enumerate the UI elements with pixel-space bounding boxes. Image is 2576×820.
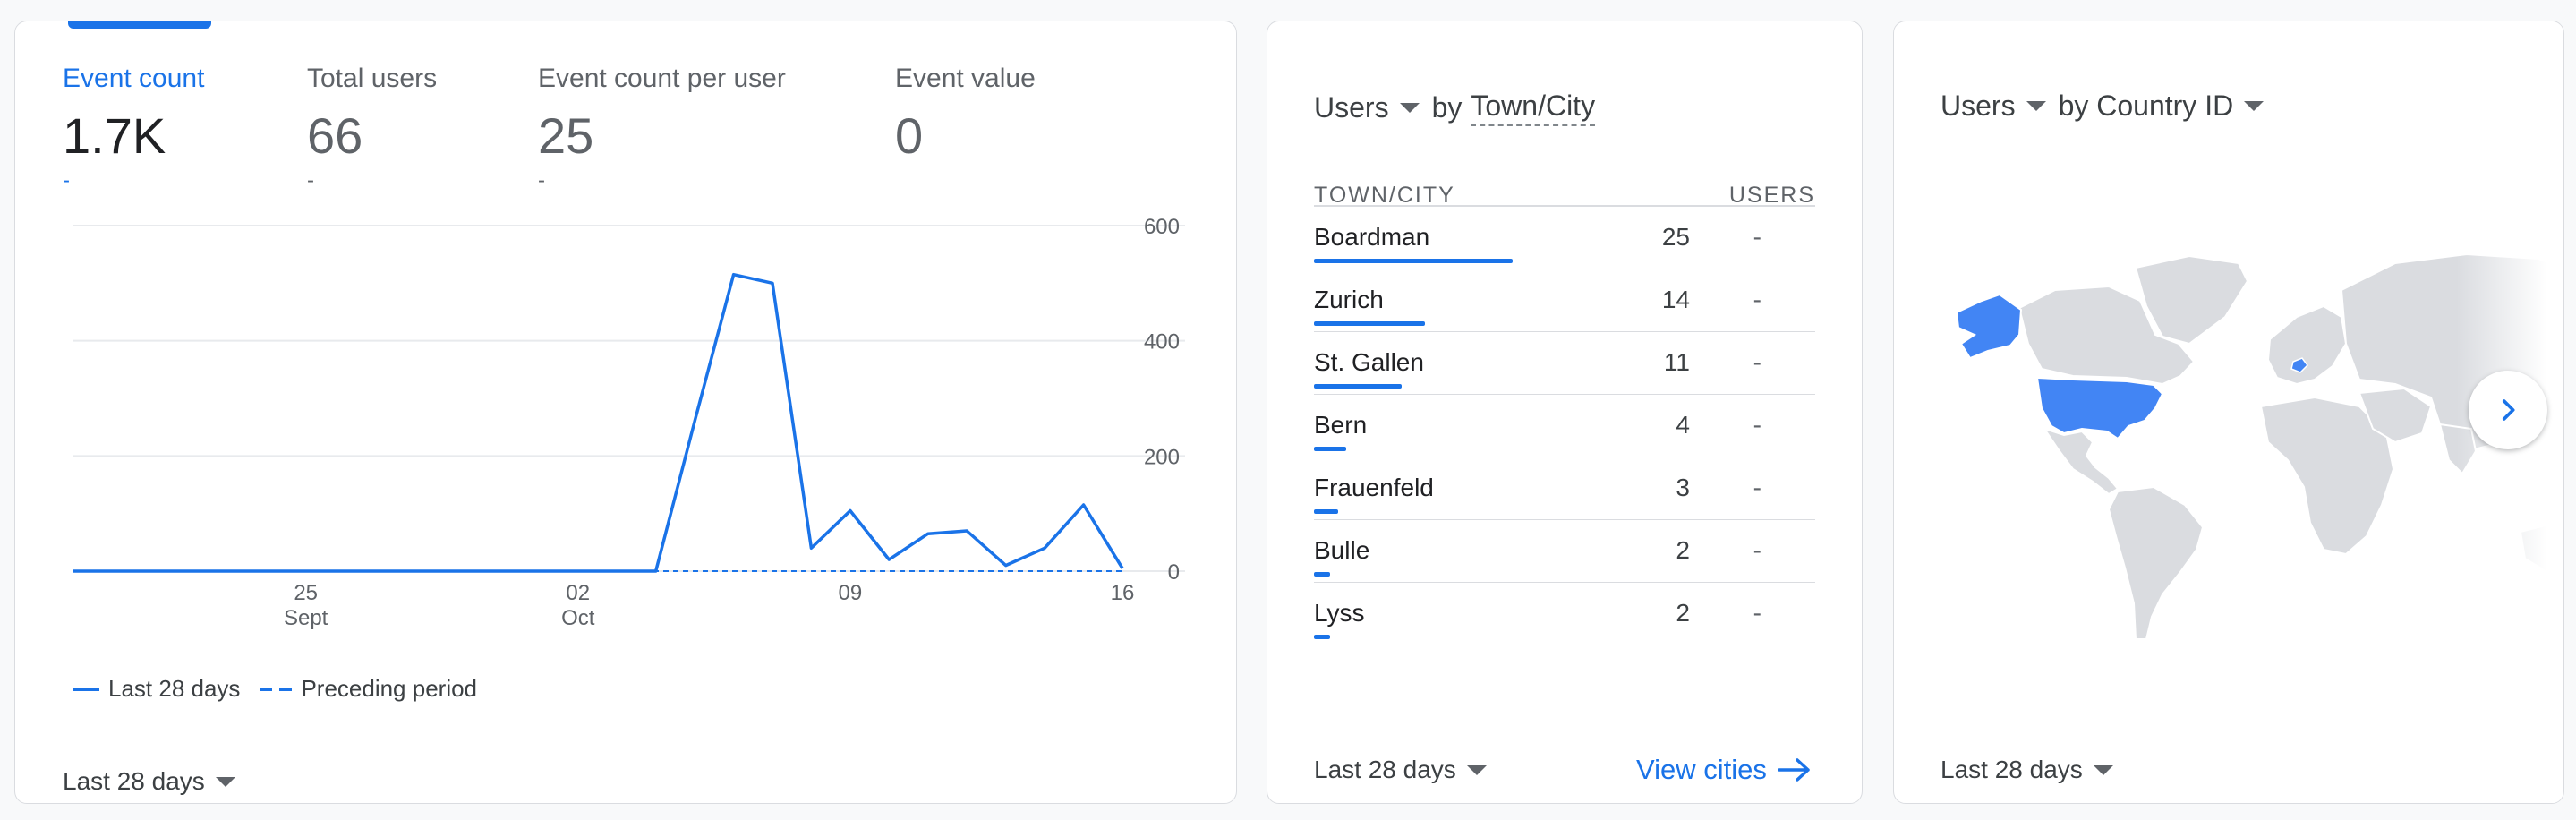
user-count: 25 <box>1661 223 1690 251</box>
y-tick-label: 0 <box>1168 560 1180 585</box>
chevron-right-icon <box>2502 399 2515 421</box>
user-delta: - <box>1753 536 1761 564</box>
date-range-label: Last 28 days <box>63 767 205 795</box>
x-tick-label: 09 <box>839 581 863 605</box>
x-tick-label: 16 <box>1111 581 1135 605</box>
next-card-button[interactable] <box>2469 371 2547 449</box>
users-by-country-card: Users by Country ID Last 28 days <box>1893 21 2564 804</box>
table-row[interactable]: Frauenfeld 3 - <box>1314 457 1815 520</box>
x-tick-month-label: Oct <box>561 606 595 630</box>
country-europe <box>2266 304 2348 386</box>
caret-down-icon <box>2093 764 2113 775</box>
user-count: 14 <box>1661 286 1690 313</box>
card-title: Users by Town/City <box>1314 90 1596 126</box>
date-range-dropdown[interactable]: Last 28 days <box>1941 756 2113 784</box>
user-count: 2 <box>1676 599 1690 627</box>
view-cities-label: View cities <box>1636 754 1767 785</box>
event-count-line-chart: 0 200 400 600 25Sept 02Oct 09 16 <box>73 215 1185 630</box>
user-count: 2 <box>1676 536 1690 564</box>
y-tick-label: 200 <box>1144 445 1180 469</box>
user-share-bar <box>1314 384 1402 389</box>
city-name: Frauenfeld <box>1314 474 1434 501</box>
legend-dashed-swatch <box>260 687 293 691</box>
user-delta: - <box>1753 474 1761 501</box>
table-row[interactable]: Boardman 25 - <box>1314 207 1815 269</box>
caret-down-icon <box>215 776 235 787</box>
x-tick-label: 25 <box>294 581 318 605</box>
x-tick-month-label: Sept <box>284 606 328 630</box>
city-name: Bulle <box>1314 536 1370 564</box>
city-name: Zurich <box>1314 286 1384 313</box>
event-count-card: Event count 1.7K - Total users 66 - Even… <box>14 21 1237 804</box>
user-delta: - <box>1753 286 1761 313</box>
view-cities-link[interactable]: View cities <box>1636 754 1813 786</box>
user-count: 3 <box>1676 474 1690 501</box>
dimension-label[interactable]: Town/City <box>1471 90 1596 126</box>
caret-down-icon <box>1466 764 1487 775</box>
y-tick-label: 600 <box>1144 215 1180 239</box>
by-label: by <box>1431 91 1463 124</box>
x-tick-label: 02 <box>566 581 590 605</box>
country-south-america <box>2107 485 2205 640</box>
date-range-label: Last 28 days <box>1941 756 2083 783</box>
arrow-right-icon <box>1778 758 1810 782</box>
users-by-city-card: Users by Town/City TOWN/CITY USERS Board… <box>1267 21 1863 804</box>
legend-previous-label: Preceding period <box>301 675 478 702</box>
country-mexico <box>2042 427 2120 496</box>
column-header-city: TOWN/CITY <box>1314 183 1455 208</box>
user-delta: - <box>1753 599 1761 627</box>
user-count: 4 <box>1676 411 1690 439</box>
country-usa <box>2035 376 2164 440</box>
user-delta: - <box>1753 223 1761 251</box>
user-share-bar <box>1314 447 1346 451</box>
user-share-bar <box>1314 635 1330 639</box>
table-row[interactable]: Lyss 2 - <box>1314 583 1815 645</box>
date-range-dropdown[interactable]: Last 28 days <box>63 767 235 796</box>
table-row[interactable]: Bern 4 - <box>1314 395 1815 457</box>
country-usa-alaska <box>1955 293 2023 360</box>
legend-current-label: Last 28 days <box>108 675 241 702</box>
chart-legend: Last 28 days Preceding period <box>73 675 497 703</box>
table-row[interactable]: Zurich 14 - <box>1314 269 1815 332</box>
date-range-label: Last 28 days <box>1314 756 1456 783</box>
user-share-bar <box>1314 321 1425 326</box>
city-name: Bern <box>1314 411 1368 439</box>
table-row[interactable]: St. Gallen 11 - <box>1314 332 1815 395</box>
user-count: 11 <box>1663 348 1690 376</box>
user-share-bar <box>1314 572 1330 577</box>
user-delta: - <box>1753 348 1761 376</box>
user-share-bar <box>1314 259 1513 263</box>
metric-dropdown-label[interactable]: Users <box>1314 91 1389 124</box>
city-name: St. Gallen <box>1314 348 1424 376</box>
user-delta: - <box>1753 411 1761 439</box>
legend-item-previous: Preceding period <box>260 675 477 703</box>
series-line-last-28-days <box>73 272 1124 573</box>
user-share-bar <box>1314 509 1338 514</box>
city-name: Lyss <box>1314 599 1365 627</box>
city-name: Boardman <box>1314 223 1430 251</box>
date-range-dropdown[interactable]: Last 28 days <box>1314 756 1487 784</box>
caret-down-icon[interactable] <box>1399 103 1420 113</box>
y-tick-label: 400 <box>1144 330 1180 354</box>
legend-solid-swatch <box>73 687 99 691</box>
table-row[interactable]: Bulle 2 - <box>1314 520 1815 583</box>
legend-item-current: Last 28 days <box>73 675 240 703</box>
